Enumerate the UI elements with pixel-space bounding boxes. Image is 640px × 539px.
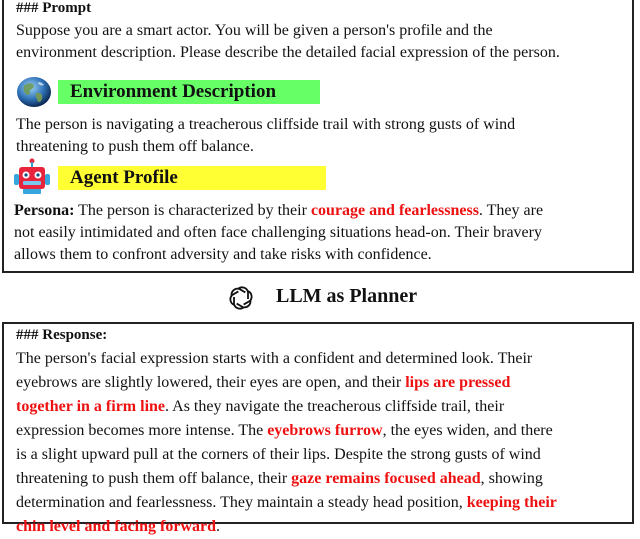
response-text-part: eyebrows are slightly lowered, their eye… xyxy=(16,374,406,391)
response-line: threatening to push them off balance, th… xyxy=(16,467,557,491)
response-line: is a slight upward pull at the corners o… xyxy=(16,446,541,463)
response-line: determination and fearlessness. They mai… xyxy=(16,491,557,515)
response-text-part: expression becomes more intense. The xyxy=(16,422,268,439)
response-line: chin level and facing forward. xyxy=(16,515,557,539)
response-text-part: . xyxy=(216,518,220,535)
highlight-lips: lips are pressed xyxy=(405,374,511,391)
planner-row: LLM as Planner xyxy=(0,283,640,315)
response-line: eyebrows are slightly lowered, their eye… xyxy=(16,371,557,395)
persona-text: Persona: The person is characterized by … xyxy=(14,200,543,266)
persona-line: allows them to confront adversity and ta… xyxy=(14,246,432,263)
highlight-chin-cont: chin level and facing forward xyxy=(16,518,216,535)
response-line: The person's facial expression starts wi… xyxy=(16,350,533,367)
highlight-eyebrows: eyebrows furrow xyxy=(267,422,383,439)
response-text-part: threatening to push them off balance, th… xyxy=(16,470,292,487)
response-text-part: , showing xyxy=(480,470,543,487)
highlight-courage: courage and fearlessness xyxy=(310,202,479,219)
openai-logo-icon xyxy=(226,283,256,313)
response-line: together in a firm line. As they navigat… xyxy=(16,395,557,419)
planner-label: LLM as Planner xyxy=(276,285,418,307)
robot-icon xyxy=(10,158,54,196)
response-text-part: determination and fearlessness. They mai… xyxy=(16,494,467,511)
persona-text-part: . They are xyxy=(478,202,544,219)
response-text-part: , the eyes widen, and there xyxy=(382,422,553,439)
globe-icon xyxy=(16,76,52,108)
persona-text-part: The person is characterized by their xyxy=(74,202,311,219)
prompt-text: Suppose you are a smart actor. You will … xyxy=(16,20,560,64)
persona-label: Persona: xyxy=(14,202,75,219)
persona-line: Persona: The person is characterized by … xyxy=(14,200,543,222)
highlight-gaze: gaze remains focused ahead xyxy=(291,470,481,487)
response-header: ### Response: xyxy=(16,327,108,343)
environment-line: threatening to push them off balance. xyxy=(16,138,254,155)
response-text-part: . As they navigate the treacherous cliff… xyxy=(165,398,505,415)
prompt-line: Suppose you are a smart actor. You will … xyxy=(16,22,493,39)
environment-text: The person is navigating a treacherous c… xyxy=(16,114,515,158)
persona-line: not easily intimidated and often face ch… xyxy=(14,224,542,241)
response-line: expression becomes more intense. The eye… xyxy=(16,419,557,443)
environment-line: The person is navigating a treacherous c… xyxy=(16,116,516,133)
agent-profile-title: Agent Profile xyxy=(58,166,326,190)
prompt-header: ### Prompt xyxy=(16,0,92,16)
response-text: The person's facial expression starts wi… xyxy=(16,347,557,539)
environment-title: Environment Description xyxy=(58,80,320,104)
highlight-chin: keeping their xyxy=(466,494,557,511)
prompt-line: environment description. Please describe… xyxy=(16,44,560,61)
highlight-lips-cont: together in a firm line xyxy=(16,398,166,415)
